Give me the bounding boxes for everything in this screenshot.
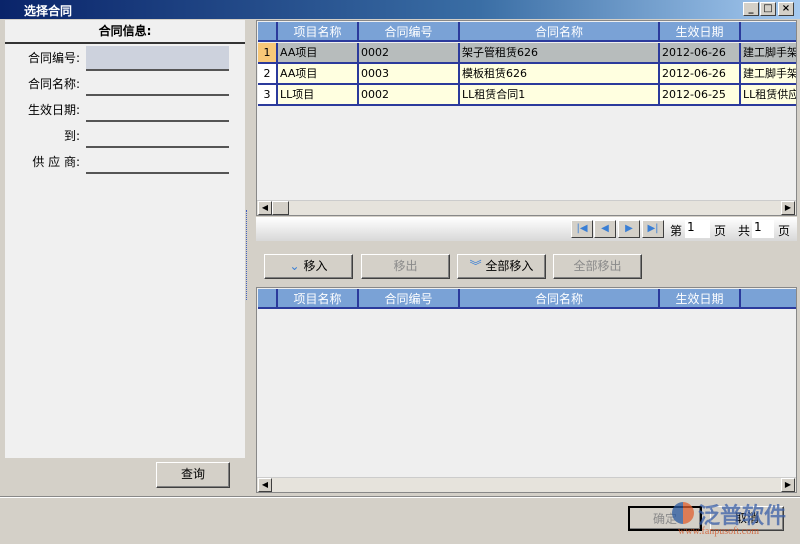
move-in-label: 移入 [303, 259, 328, 273]
effective-date-to-input[interactable] [86, 124, 229, 146]
splitter-handle[interactable] [246, 210, 251, 300]
window-title: 选择合同 [24, 4, 73, 18]
cell-name[interactable]: 架子管租赁626 [460, 43, 660, 64]
column-header[interactable]: 合同名称 [460, 22, 660, 42]
watermark-url: www.fanpusoft.com [678, 526, 760, 537]
supplier-label: 供 应 商: [32, 155, 80, 169]
contract-code-label: 合同编号: [27, 51, 80, 65]
column-header[interactable]: 合同名称 [460, 289, 660, 309]
cell-code[interactable]: 0002 [359, 85, 460, 106]
column-header[interactable] [741, 22, 796, 42]
column-header[interactable]: 合同编号 [359, 22, 460, 42]
date-to-label: 到: [63, 129, 80, 143]
move-in-button[interactable]: ⌄ 移入 [264, 254, 353, 279]
contract-name-input[interactable] [86, 72, 229, 94]
row-number-header [258, 22, 278, 42]
move-all-in-button[interactable]: ︾ 全部移入 [457, 254, 546, 279]
page-suffix: 页 [714, 224, 727, 238]
total-prefix: 共 [738, 224, 751, 238]
effective-date-from-input[interactable] [86, 98, 229, 120]
cell-supplier[interactable]: LL租赁供应商 [741, 85, 796, 106]
cell-supplier[interactable]: 建工脚手架 [741, 43, 796, 64]
contract-grid: 项目名称 合同编号 合同名称 生效日期 1 AA项目 0002 架子管租赁626 201… [256, 20, 797, 216]
column-header[interactable] [741, 289, 796, 309]
cell-date[interactable]: 2012-06-25 [660, 85, 741, 106]
minimize-button[interactable]: _ [743, 2, 759, 16]
row-number[interactable]: 2 [258, 64, 278, 85]
move-all-in-label: 全部移入 [485, 259, 534, 273]
row-number-header [258, 289, 278, 309]
double-chevron-down-icon: ︾ [469, 259, 482, 273]
query-button[interactable]: 查询 [156, 462, 230, 488]
cell-code[interactable]: 0002 [359, 43, 460, 64]
horizontal-scrollbar[interactable]: ◀ ▶ [257, 477, 796, 492]
logo-icon [672, 502, 694, 524]
next-page-icon[interactable]: ▶ [618, 220, 640, 238]
column-header[interactable]: 生效日期 [660, 289, 741, 309]
total-suffix: 页 [778, 224, 791, 238]
column-header[interactable]: 合同编号 [359, 289, 460, 309]
cell-name[interactable]: 模板租赁626 [460, 64, 660, 85]
contract-name-label: 合同名称: [27, 77, 80, 91]
column-header[interactable]: 项目名称 [278, 289, 359, 309]
field-underline [86, 172, 229, 174]
field-underline [86, 94, 229, 96]
scroll-right-icon[interactable]: ▶ [781, 478, 795, 492]
page-input[interactable]: 1 [685, 220, 710, 238]
maximize-button[interactable]: □ [760, 2, 776, 16]
row-number[interactable]: 1 [258, 43, 278, 64]
scroll-thumb[interactable] [272, 201, 289, 215]
scroll-left-icon[interactable]: ◀ [258, 201, 272, 215]
column-header[interactable]: 生效日期 [660, 22, 741, 42]
field-underline [86, 120, 229, 122]
total-pages: 1 [752, 220, 774, 238]
effective-date-label: 生效日期: [27, 103, 80, 117]
cell-project[interactable]: AA项目 [278, 43, 359, 64]
field-underline [86, 69, 229, 71]
filter-heading: 合同信息: [5, 20, 245, 44]
pager: |◀ ◀ ▶ ▶| 第 1 页 共 1 页 [256, 217, 797, 241]
last-page-icon[interactable]: ▶| [642, 220, 664, 238]
first-page-icon[interactable]: |◀ [571, 220, 593, 238]
scroll-right-icon[interactable]: ▶ [781, 201, 795, 215]
selected-contract-grid: 项目名称 合同编号 合同名称 生效日期 ◀ ▶ [256, 287, 797, 493]
move-all-out-button[interactable]: 全部移出 [553, 254, 642, 279]
close-button[interactable]: × [778, 2, 794, 16]
cell-name[interactable]: LL租赁合同1 [460, 85, 660, 106]
chevron-down-icon: ⌄ [289, 259, 300, 273]
cell-project[interactable]: AA项目 [278, 64, 359, 85]
column-header[interactable]: 项目名称 [278, 22, 359, 42]
field-underline [86, 146, 229, 148]
scroll-left-icon[interactable]: ◀ [258, 478, 272, 492]
supplier-input[interactable] [86, 150, 229, 172]
cell-supplier[interactable]: 建工脚手架 [741, 64, 796, 85]
cell-project[interactable]: LL项目 [278, 85, 359, 106]
title-bar [0, 0, 800, 19]
horizontal-scrollbar[interactable]: ◀ ▶ [257, 200, 796, 215]
page-prefix: 第 [670, 224, 683, 238]
cell-date[interactable]: 2012-06-26 [660, 64, 741, 85]
prev-page-icon[interactable]: ◀ [594, 220, 616, 238]
cell-date[interactable]: 2012-06-26 [660, 43, 741, 64]
move-out-button[interactable]: 移出 [361, 254, 450, 279]
watermark-logo: 泛普软件 www.fanpusoft.com [668, 496, 798, 540]
row-number[interactable]: 3 [258, 85, 278, 106]
cell-code[interactable]: 0003 [359, 64, 460, 85]
contract-code-input[interactable] [86, 46, 229, 69]
